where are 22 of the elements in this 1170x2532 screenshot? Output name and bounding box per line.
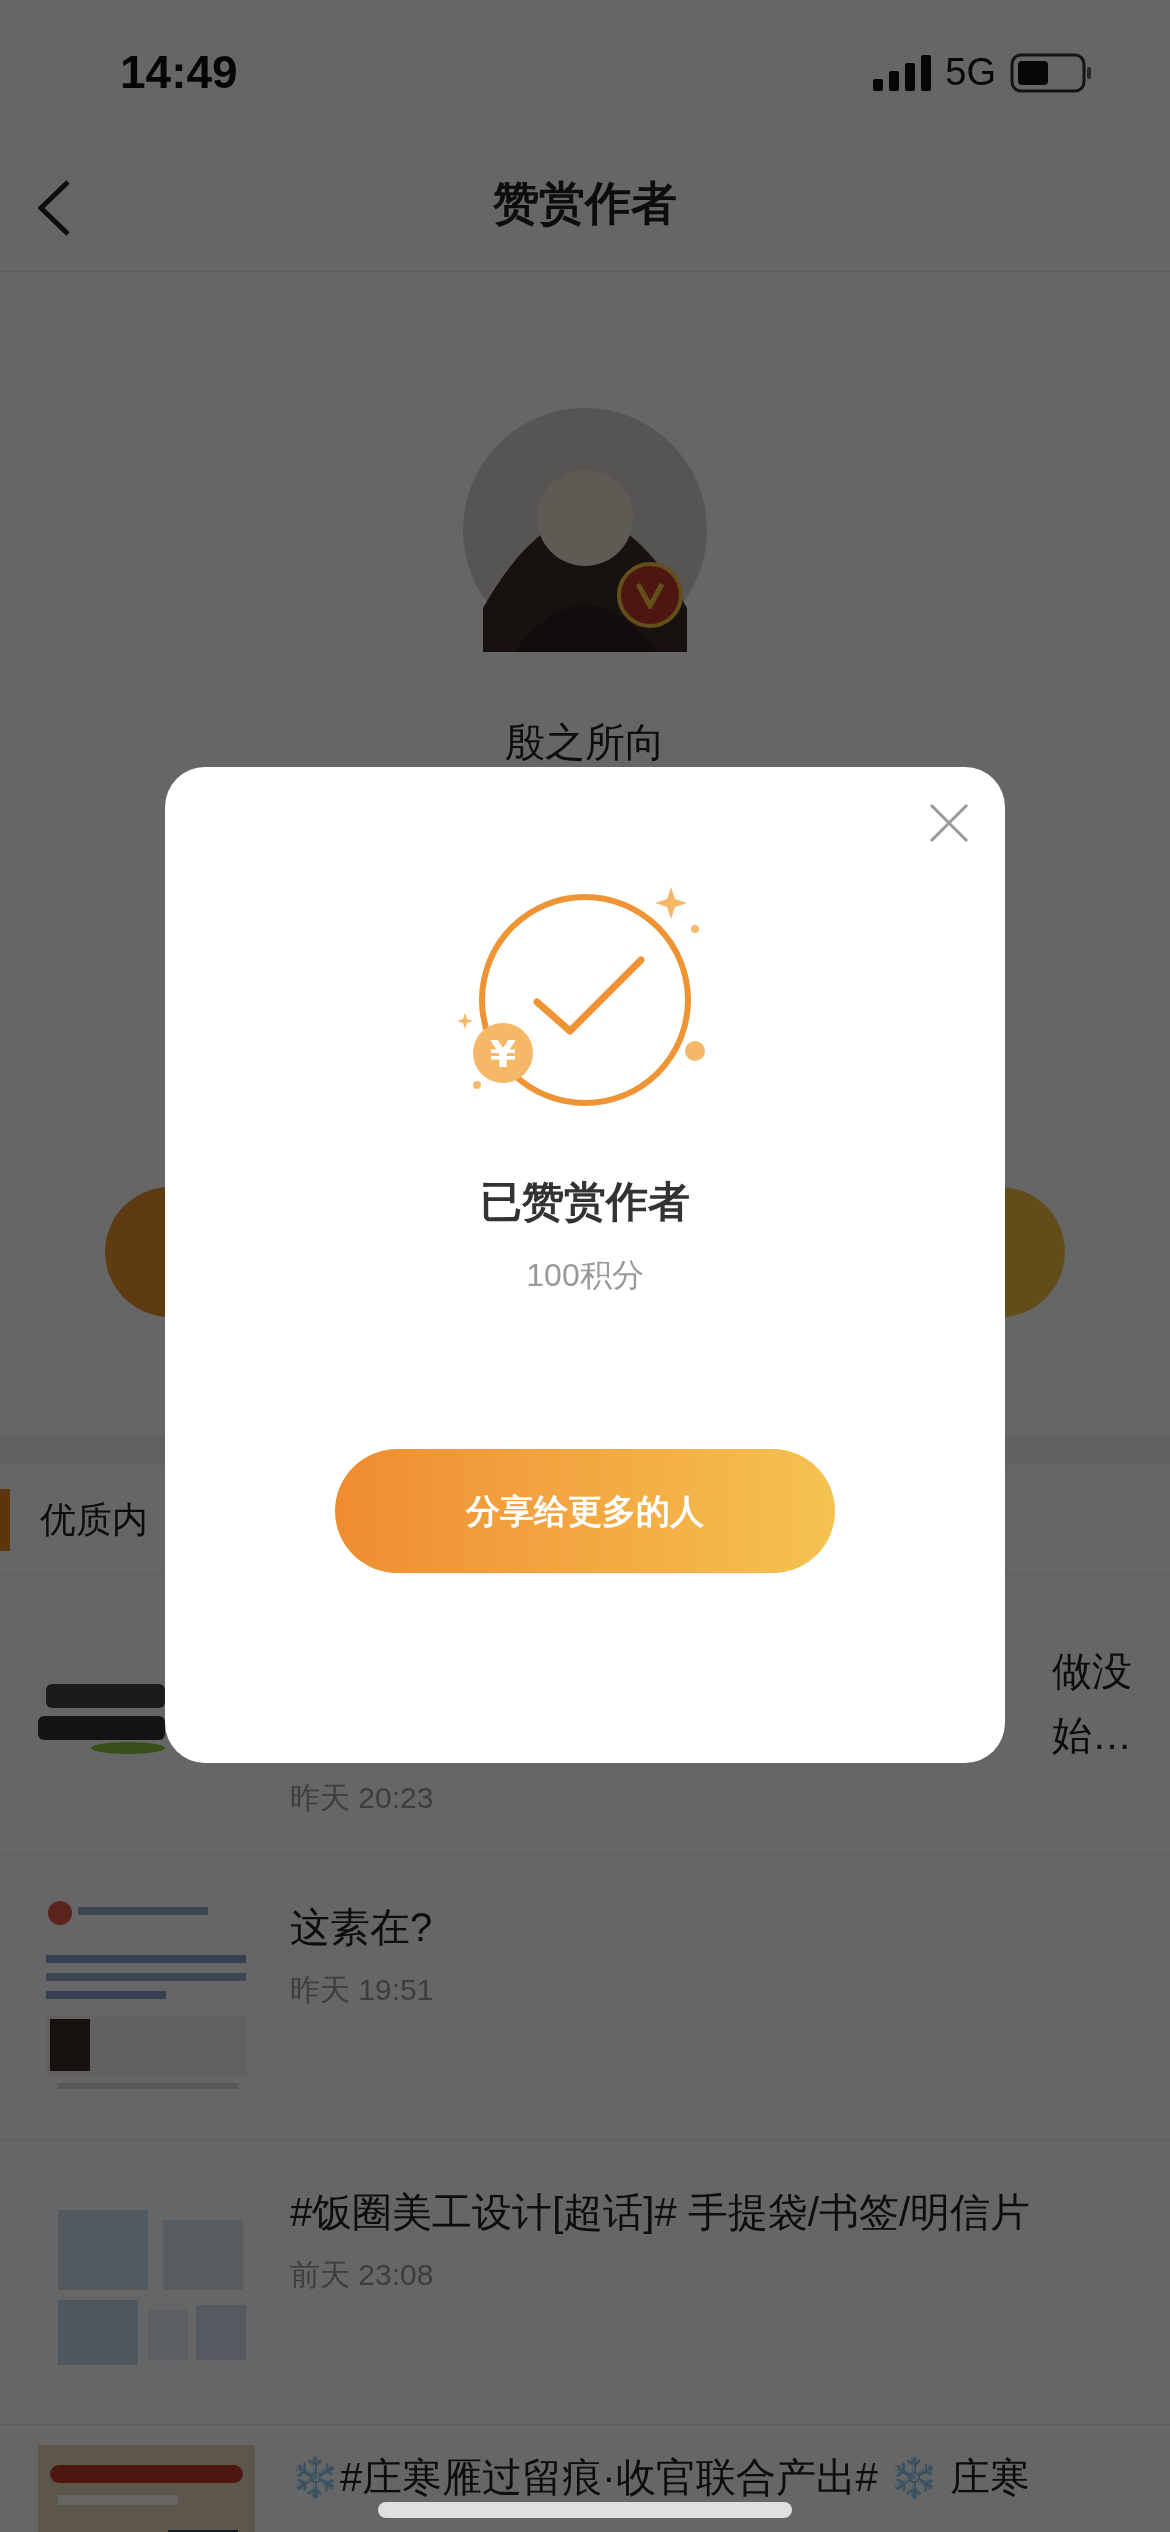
share-button[interactable]: 分享给更多的人 xyxy=(335,1449,835,1573)
back-icon[interactable] xyxy=(36,179,72,237)
sparkles-icon xyxy=(457,887,705,1089)
points-text: 100积分 xyxy=(526,1256,644,1295)
section-marker xyxy=(0,1488,10,1551)
coin-icon xyxy=(473,1023,533,1083)
signal-icon xyxy=(873,54,932,91)
network-label: 5G xyxy=(945,50,996,95)
post-title: 做没 xyxy=(1051,1648,1132,1695)
post-title: ❄#庄寒雁过留痕·收官联合产出# ❄ 庄寒 xyxy=(290,2454,1032,2501)
yen-symbol: ¥ xyxy=(489,1032,517,1076)
author-name: 殷之所向 xyxy=(505,719,665,766)
post-title: #饭圈美工设计[超话]# 手提袋/书签/明信片 xyxy=(290,2189,1032,2236)
status-time: 14:49 xyxy=(120,45,238,100)
dialog-title: 已赞赏作者 xyxy=(480,1177,690,1227)
battery-icon xyxy=(1010,52,1092,93)
check-circle-icon xyxy=(479,894,691,1106)
close-icon[interactable] xyxy=(929,803,969,843)
page-title: 赞赏作者 xyxy=(493,175,677,231)
post-title: 这素在? xyxy=(290,1904,434,1951)
post-title: 始… xyxy=(1051,1712,1132,1759)
section-title: 优质内 xyxy=(40,1497,148,1542)
